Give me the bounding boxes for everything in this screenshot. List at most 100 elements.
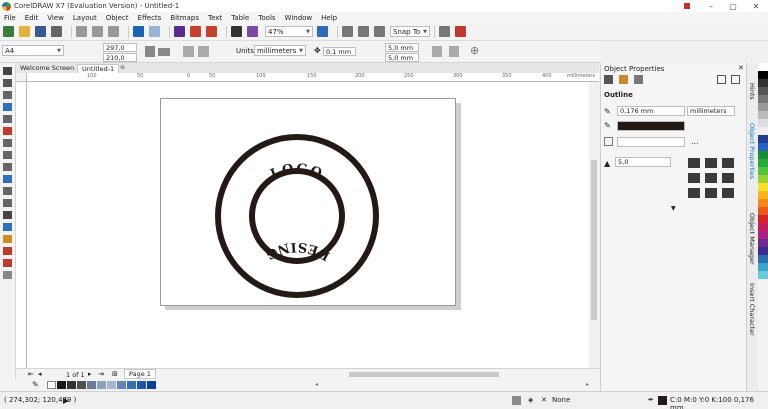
fill-bucket-icon[interactable]: ◈	[528, 396, 533, 404]
current-page-icon[interactable]	[198, 46, 209, 57]
full-screen-preview-icon[interactable]	[317, 26, 328, 37]
palette-swatch[interactable]	[758, 167, 768, 175]
color-swatch[interactable]	[107, 381, 116, 389]
color-swatch[interactable]	[127, 381, 136, 389]
palette-swatch[interactable]	[758, 191, 768, 199]
logo-artwork[interactable]: LOGO DESING	[161, 99, 457, 307]
smart-fill-tool-icon[interactable]	[3, 259, 12, 267]
duplicate-x-field[interactable]: 5,0 mm	[385, 43, 419, 52]
page-height-field[interactable]: 210,0 mm	[103, 53, 137, 70]
center-position-icon[interactable]	[705, 188, 717, 198]
palette-swatch[interactable]	[758, 271, 768, 279]
paste-icon[interactable]	[108, 26, 119, 37]
redo-icon[interactable]	[149, 26, 160, 37]
freehand-tool-icon[interactable]	[3, 115, 12, 123]
outline-pen-icon[interactable]: ✒	[648, 396, 654, 404]
palette-swatch[interactable]	[758, 87, 768, 95]
next-page-icon[interactable]: ▸	[88, 370, 92, 378]
fill-icon[interactable]	[619, 75, 628, 84]
page-width-field[interactable]: 297,0 mm	[103, 43, 137, 60]
add-tool-icon[interactable]	[3, 271, 12, 279]
ruler-origin[interactable]	[16, 73, 27, 82]
transparency-icon[interactable]	[634, 75, 643, 84]
tab-insert-character[interactable]: Insert Character	[748, 283, 756, 336]
drop-shadow-tool-icon[interactable]	[3, 211, 12, 219]
menu-effects[interactable]: Effects	[138, 14, 162, 22]
crop-tool-icon[interactable]	[3, 91, 12, 99]
round-cap-icon[interactable]	[705, 173, 717, 183]
square-cap-icon[interactable]	[722, 173, 734, 183]
bevel-join-icon[interactable]	[722, 158, 734, 168]
inside-position-icon[interactable]	[722, 188, 734, 198]
menu-bitmaps[interactable]: Bitmaps	[170, 14, 199, 22]
welcome-screen-icon[interactable]	[247, 26, 258, 37]
butt-cap-icon[interactable]	[688, 173, 700, 183]
palette-swatch[interactable]	[758, 111, 768, 119]
outline-units-dropdown[interactable]: millimeters	[687, 106, 735, 116]
palette-swatch[interactable]	[758, 135, 768, 143]
more-line-styles-button[interactable]: ...	[691, 137, 699, 146]
paper-size-dropdown[interactable]: A4 ▼	[2, 45, 64, 56]
outside-position-icon[interactable]	[688, 188, 700, 198]
connector-tool-icon[interactable]	[3, 199, 12, 207]
frame-icon[interactable]	[717, 75, 726, 84]
vertical-scroll-thumb[interactable]	[591, 160, 597, 320]
palette-swatch[interactable]	[758, 231, 768, 239]
show-rulers-icon[interactable]	[342, 26, 353, 37]
last-page-icon[interactable]: ⇥	[98, 370, 104, 378]
scroll-right-icon[interactable]: ▸	[586, 381, 589, 388]
ellipse-tool-icon[interactable]	[3, 151, 12, 159]
fill-status-icon[interactable]	[512, 396, 521, 405]
all-pages-icon[interactable]	[183, 46, 194, 57]
scroll-left-icon[interactable]: ◂	[315, 381, 318, 388]
palette-swatch-black[interactable]	[758, 71, 768, 79]
palette-swatch[interactable]	[758, 79, 768, 87]
new-document-icon[interactable]	[3, 26, 14, 37]
previous-page-icon[interactable]: ◂	[38, 370, 42, 378]
palette-swatch[interactable]	[758, 223, 768, 231]
color-swatch[interactable]	[57, 381, 66, 389]
outer-ring[interactable]	[215, 134, 379, 298]
eyedropper-icon[interactable]: ✎	[32, 380, 39, 389]
launch-icon[interactable]	[455, 26, 466, 37]
outline-width-field[interactable]: 0,176 mm	[617, 106, 685, 116]
cut-icon[interactable]	[76, 26, 87, 37]
artistic-media-tool-icon[interactable]	[3, 127, 12, 135]
add-page-icon[interactable]: ⊞	[112, 370, 118, 378]
add-icon[interactable]: ⊕	[470, 44, 479, 57]
color-swatch[interactable]	[77, 381, 86, 389]
no-color-swatch[interactable]	[47, 381, 56, 389]
palette-swatch[interactable]	[758, 119, 768, 127]
print-icon[interactable]	[51, 26, 62, 37]
palette-swatch-white[interactable]	[758, 63, 768, 71]
tab-page-1[interactable]: Page 1	[124, 369, 156, 379]
palette-swatch[interactable]	[758, 175, 768, 183]
nudge-distance-field[interactable]: 0,1 mm	[323, 47, 356, 56]
menu-file[interactable]: File	[4, 14, 16, 22]
rectangle-tool-icon[interactable]	[3, 139, 12, 147]
add-tab-icon[interactable]: ⊕	[120, 64, 125, 71]
vertical-ruler[interactable]	[16, 82, 27, 368]
color-swatch[interactable]	[117, 381, 126, 389]
shape-tool-icon[interactable]	[3, 79, 12, 87]
import-icon[interactable]	[190, 26, 201, 37]
palette-swatch[interactable]	[758, 263, 768, 271]
zoom-dropdown[interactable]: 47% ▼	[265, 26, 313, 37]
palette-swatch[interactable]	[758, 143, 768, 151]
miter-limit-field[interactable]: 5,0	[615, 157, 671, 167]
panel-icon[interactable]	[731, 75, 740, 84]
tab-untitled-1[interactable]: Untitled-1	[77, 64, 120, 73]
palette-swatch[interactable]	[758, 127, 768, 135]
save-icon[interactable]	[35, 26, 46, 37]
export-icon[interactable]	[206, 26, 217, 37]
palette-swatch[interactable]	[758, 255, 768, 263]
copy-icon[interactable]	[92, 26, 103, 37]
menu-tools[interactable]: Tools	[258, 14, 275, 22]
palette-swatch[interactable]	[758, 151, 768, 159]
palette-swatch[interactable]	[758, 103, 768, 111]
menu-window[interactable]: Window	[285, 14, 313, 22]
color-swatch[interactable]	[67, 381, 76, 389]
show-guidelines-icon[interactable]	[374, 26, 385, 37]
tab-hints[interactable]: Hints	[748, 83, 756, 100]
expand-docker-icon[interactable]: ▼	[671, 205, 676, 212]
